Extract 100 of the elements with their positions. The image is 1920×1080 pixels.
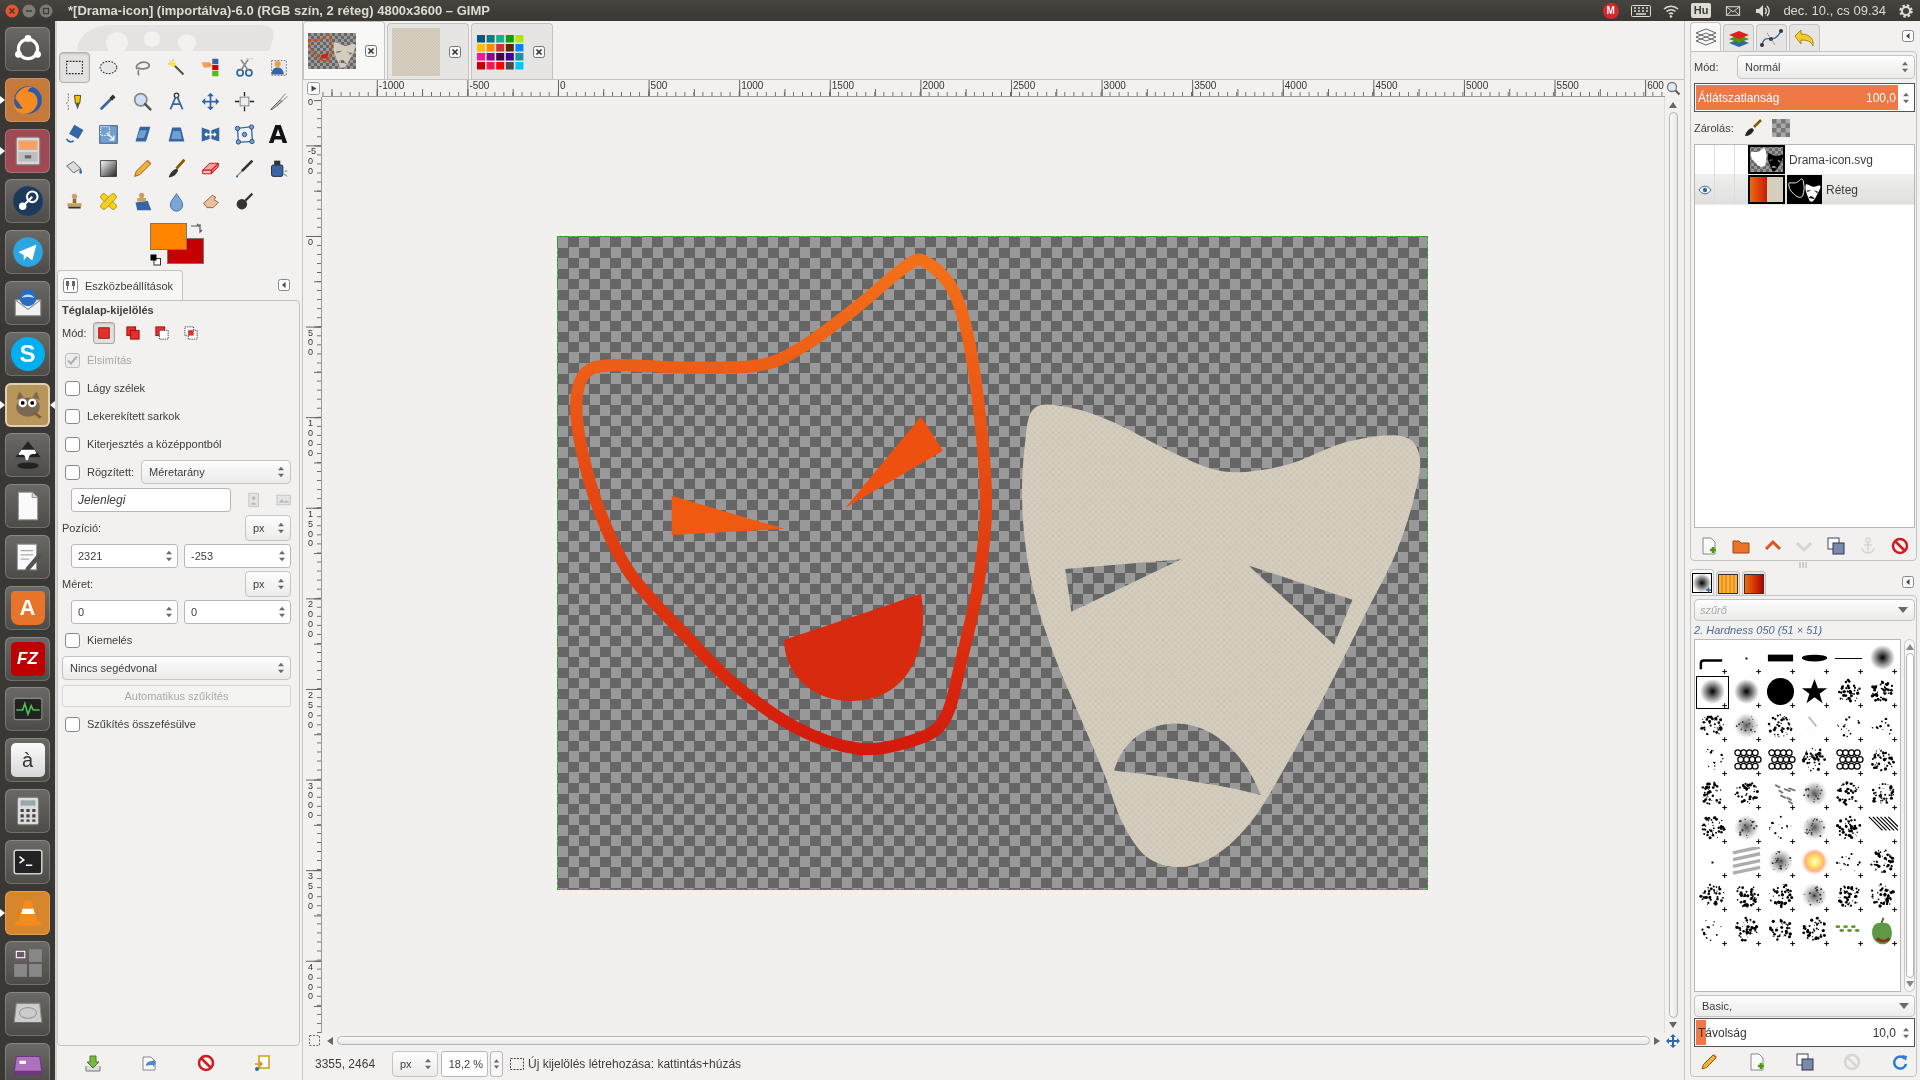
mode-dropdown[interactable]: Normál [1737,55,1915,79]
soft-brush-icon[interactable] [1696,676,1729,709]
launcher-item[interactable] [5,484,50,529]
dashed-rectangle-icon[interactable] [58,52,90,84]
dock-tab[interactable] [1756,24,1787,51]
image-canvas[interactable] [557,236,1428,890]
number-field[interactable]: -253 [184,544,291,568]
updown-arrows-icon [277,522,285,534]
ruler-label: 3000 [308,781,314,822]
hard-brush-icon[interactable] [1764,676,1797,709]
dock-tab[interactable] [1742,571,1766,595]
launcher-item[interactable] [5,992,50,1037]
launcher-item[interactable] [5,281,50,325]
panel-menu-icon[interactable] [1902,30,1914,42]
keyboard-icon[interactable] [1630,3,1651,18]
checkerboard-icon[interactable] [1771,119,1790,137]
launcher-item[interactable] [5,890,50,935]
panel-menu-icon[interactable] [278,279,290,291]
swap-arrows-icon[interactable] [190,223,203,234]
folder-icon[interactable] [1731,537,1750,555]
panel-menu-icon[interactable] [1902,576,1914,588]
tray-logo[interactable]: M [1602,2,1619,19]
maximize-icon[interactable] [39,3,53,18]
ruler-label: 1500 [308,509,314,550]
updown-arrows-icon [278,550,286,562]
number-field[interactable]: 0 [184,600,291,624]
ruler-label: 2500 [1013,80,1036,91]
ruler-label: 5000 [1466,80,1489,91]
dropdown[interactable]: Nincs segédvonal [62,656,291,680]
scrollbar-thumb[interactable] [1905,653,1914,978]
wifi-icon[interactable] [1662,2,1679,19]
number-field[interactable]: 2321 [71,544,178,568]
launcher-item[interactable] [5,27,50,71]
paintbrush-icon[interactable] [1743,119,1762,137]
launcher-item[interactable] [5,433,50,478]
pencil-icon[interactable] [1700,1053,1718,1071]
dock-tab[interactable] [1716,571,1740,595]
number-field[interactable]: 0 [71,600,178,624]
minimize-icon[interactable] [22,3,36,18]
new-page-icon[interactable] [1747,1053,1766,1071]
launcher-item[interactable] [5,230,50,275]
launcher-item[interactable] [5,839,50,884]
close-icon[interactable] [365,44,377,57]
quick-mask-icon[interactable] [306,1033,322,1048]
refresh-icon[interactable] [1891,1053,1909,1071]
dock-tab[interactable] [1690,569,1714,595]
checkbox[interactable] [65,716,80,732]
restore-icon[interactable] [140,1054,159,1072]
checkbox[interactable] [65,464,80,480]
no-entry-icon[interactable] [196,1054,215,1072]
image-tab[interactable] [471,23,553,79]
default-colors-icon[interactable] [150,254,161,266]
layer-row[interactable]: Réteg [1695,175,1914,205]
updown-arrows-icon [165,550,173,562]
layer-name: Réteg [1826,182,1859,197]
vertical-scrollbar[interactable] [1904,639,1915,992]
launcher-item[interactable] [5,128,50,173]
settings-icon[interactable] [1898,2,1914,19]
eye-icon[interactable] [1697,184,1712,195]
text-field[interactable]: Jelenlegi [71,488,231,512]
launcher-item[interactable] [5,179,50,224]
ruler-label: 3500 [1194,80,1217,91]
text-tool[interactable]: A [262,119,294,151]
unit-dropdown[interactable]: px [245,571,291,597]
launcher-item[interactable] [5,788,50,833]
launcher-item[interactable] [5,534,50,579]
preset-dropdown[interactable]: Basic, [1694,995,1915,1017]
updown-arrows-icon [278,606,286,618]
zoom-field[interactable]: 18,2 % [441,1051,488,1077]
zoom-spin-icon[interactable] [490,1051,503,1077]
grip-icon [1798,562,1807,568]
clock[interactable]: dec. 10., cs 09.34 [1783,3,1886,18]
new-page-icon[interactable] [1700,537,1718,555]
close-icon[interactable] [533,45,545,58]
duplicate-icon[interactable] [1827,537,1846,555]
filter-field[interactable]: szűrő [1694,599,1915,621]
duplicate-icon[interactable] [1795,1053,1814,1071]
checkbox[interactable] [65,632,80,648]
keyboard-layout-indicator[interactable]: Hu [1690,3,1712,18]
checkbox[interactable] [65,436,80,452]
filled-square-icon[interactable] [93,322,116,344]
piston-icon [10,184,45,219]
checkbox[interactable] [65,408,80,424]
scrollbar-thumb[interactable] [337,1036,1650,1045]
tool-options-tab[interactable]: Eszközbeállítások [57,270,184,300]
image-tab[interactable] [303,21,385,79]
dashed-rectangle-icon [510,1058,524,1070]
download-tray-icon[interactable] [84,1054,103,1072]
scrollbar-thumb[interactable] [1668,112,1678,1018]
navigate-icon[interactable] [1665,1033,1681,1048]
unit-dropdown[interactable]: px [245,515,291,541]
unit-dropdown[interactable]: px [392,1051,438,1077]
close-icon[interactable] [449,45,461,58]
launcher-item[interactable] [5,382,50,427]
zoom-icon[interactable] [1665,80,1681,97]
color-swatches-icon[interactable] [150,221,205,266]
no-entry-icon[interactable] [1890,537,1909,555]
reset-icon[interactable] [252,1054,271,1072]
dropdown[interactable]: Méretarány [141,460,291,484]
checkbox[interactable] [65,380,80,396]
